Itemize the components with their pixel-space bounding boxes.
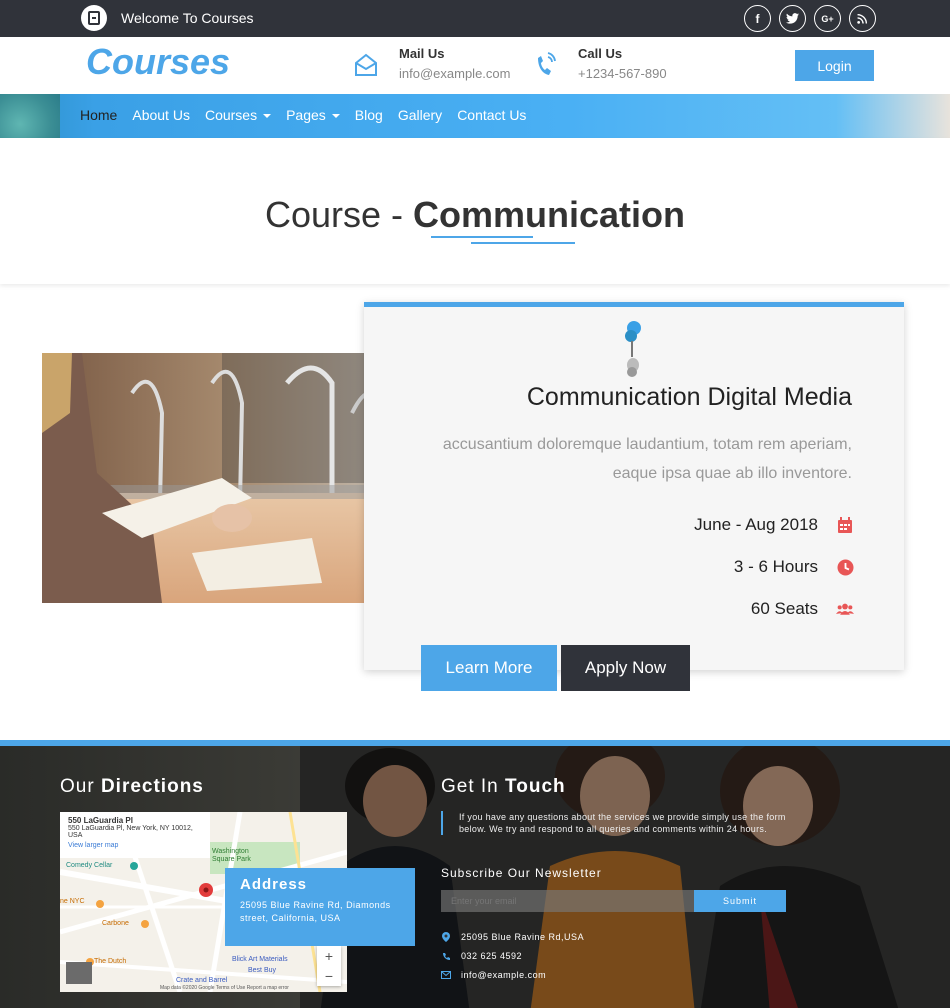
nav-item-about[interactable]: About Us: [132, 107, 190, 123]
touch-heading-prefix: Get In: [441, 776, 506, 797]
directions-heading-bold: Directions: [100, 776, 204, 797]
phone-icon: [534, 52, 562, 80]
top-bar: Welcome To Courses f G+: [0, 0, 950, 37]
rss-icon[interactable]: [849, 5, 876, 32]
touch-heading-bold: Touch: [505, 776, 566, 797]
nav-item-label: Pages: [286, 107, 326, 123]
directions-heading-prefix: Our: [60, 776, 101, 797]
users-icon: [836, 600, 854, 618]
page-title-prefix: Course -: [264, 194, 414, 235]
footer-phone-row: 032 625 4592: [441, 951, 522, 961]
footer-email[interactable]: info@example.com: [461, 970, 546, 980]
address-box: Address 25095 Blue Ravine Rd, Diamonds s…: [225, 868, 415, 946]
nav-item-home[interactable]: Home: [80, 107, 117, 123]
touch-heading: Get In Touch: [441, 776, 566, 798]
course-photo: [42, 353, 417, 603]
map-attribution[interactable]: Map data ©2020 Google Terms of Use Repor…: [160, 985, 289, 991]
map-label: The Dutch: [94, 958, 127, 965]
map-zoom-control[interactable]: + −: [317, 946, 341, 986]
page-title-bold: Communication: [413, 194, 686, 235]
zoom-out-icon[interactable]: −: [317, 966, 341, 986]
footer: Our Directions 550 LaGuardia Pl 550 LaGu…: [0, 740, 950, 1008]
nav-item-contact[interactable]: Contact Us: [457, 107, 526, 123]
map-info-card: 550 LaGuardia Pl 550 LaGuardia Pl, New Y…: [60, 812, 210, 858]
envelope-icon: [441, 970, 451, 980]
newsletter-email-input[interactable]: [441, 890, 694, 912]
nav-menu: Home About Us Courses Pages Blog Gallery…: [80, 107, 541, 123]
site-header: Courses Mail Us info@example.com Call Us…: [0, 37, 950, 94]
nav-item-label: Courses: [204, 107, 258, 123]
course-card: Communication Digital Media accusantium …: [364, 302, 904, 670]
site-logo-icon[interactable]: [81, 5, 107, 31]
map-label: Best Buy: [248, 967, 277, 974]
google-plus-icon[interactable]: G+: [814, 5, 841, 32]
caret-down-icon: [331, 114, 340, 119]
apply-now-button[interactable]: Apply Now: [561, 645, 690, 691]
mail-title: Mail Us: [399, 46, 445, 61]
nav-item-gallery[interactable]: Gallery: [398, 107, 442, 123]
newsletter-submit-button[interactable]: Submit: [694, 890, 786, 912]
learn-more-button[interactable]: Learn More: [421, 645, 557, 691]
call-title: Call Us: [578, 46, 623, 61]
main-nav: Home About Us Courses Pages Blog Gallery…: [0, 94, 950, 138]
title-underline: [431, 236, 533, 238]
directions-heading: Our Directions: [60, 776, 204, 798]
mail-contact: Mail Us info@example.com: [353, 46, 510, 81]
nav-item-courses[interactable]: Courses: [204, 107, 272, 123]
map-label: Comedy Cellar: [66, 862, 113, 869]
nav-decoration: [0, 94, 60, 138]
map-label: ne NYC: [60, 898, 85, 905]
course-seats: 60 Seats: [750, 599, 818, 618]
facebook-icon[interactable]: f: [744, 5, 771, 32]
pushpin-icon: [622, 319, 644, 384]
nav-item-blog[interactable]: Blog: [355, 107, 383, 123]
footer-address: 25095 Blue Ravine Rd,USA: [461, 932, 585, 942]
course-hours: 3 - 6 Hours: [733, 557, 818, 576]
footer-address-row: 25095 Blue Ravine Rd,USA: [441, 932, 584, 942]
map-label: Washington Square Park: [212, 848, 251, 863]
course-hours-row: 3 - 6 Hours: [734, 557, 854, 577]
login-button[interactable]: Login: [795, 50, 874, 81]
map-place-name: 550 LaGuardia Pl: [68, 816, 133, 825]
map-place-address: 550 LaGuardia Pl, New York, NY 10012, US…: [68, 825, 193, 839]
brand-logo[interactable]: Courses: [86, 41, 230, 83]
footer-email-row: info@example.com: [441, 970, 546, 980]
phone-icon: [441, 951, 451, 961]
map-label: Blick Art Materials: [232, 956, 288, 963]
touch-description: If you have any questions about the serv…: [441, 811, 811, 835]
location-pin-icon: [441, 932, 451, 942]
clock-icon: [836, 558, 854, 576]
envelope-icon: [353, 52, 381, 80]
calendar-icon: [836, 516, 854, 534]
title-underline: [471, 242, 575, 244]
course-description: accusantium doloremque laudantium, totam…: [442, 436, 852, 482]
course-seats-row: 60 Seats: [751, 599, 854, 619]
course-name: Communication Digital Media: [526, 383, 852, 411]
call-contact: Call Us +1234-567-890: [534, 46, 667, 81]
caret-down-icon: [263, 114, 272, 119]
map-label: Carbone: [102, 920, 129, 927]
page-title: Course - Communication: [0, 194, 950, 236]
nav-item-pages[interactable]: Pages: [286, 107, 340, 123]
footer-phone: 032 625 4592: [461, 951, 523, 961]
social-links: f G+: [744, 5, 876, 32]
call-value[interactable]: +1234-567-890: [578, 66, 667, 81]
view-larger-map-link[interactable]: View larger map: [68, 842, 202, 849]
page-title-section: Course - Communication: [0, 138, 950, 284]
newsletter-heading: Subscribe Our Newsletter: [441, 866, 602, 880]
course-dates: June - Aug 2018: [694, 515, 818, 534]
twitter-icon[interactable]: [779, 5, 806, 32]
zoom-in-icon[interactable]: +: [317, 946, 341, 966]
address-title: Address: [240, 876, 308, 893]
map-label: Crate and Barrel: [176, 977, 228, 984]
course-dates-row: June - Aug 2018: [694, 515, 854, 535]
welcome-text: Welcome To Courses: [121, 10, 254, 26]
mail-value[interactable]: info@example.com: [399, 66, 510, 81]
address-value: 25095 Blue Ravine Rd, Diamonds street, C…: [240, 900, 391, 923]
